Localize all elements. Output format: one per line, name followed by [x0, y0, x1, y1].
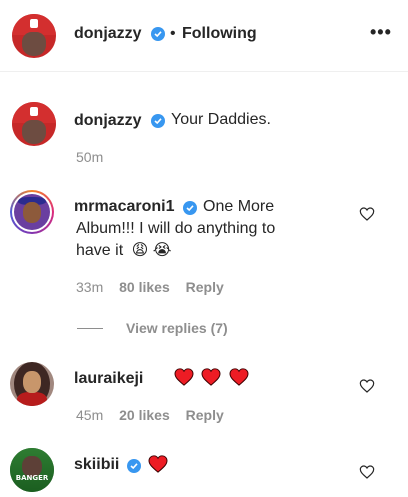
comment-likes[interactable]: 20 likes — [119, 407, 170, 423]
comment-avatar[interactable]: BANGER — [10, 448, 54, 492]
comment-meta: 33m 80 likes Reply — [76, 279, 224, 295]
comment-avatar[interactable] — [10, 362, 54, 406]
red-heart-emoji-icon — [148, 455, 168, 473]
comment-meta: 45m 20 likes Reply — [76, 407, 224, 423]
comment-timestamp[interactable]: 45m — [76, 407, 103, 423]
loudly-crying-face-emoji-icon: 😭 — [152, 242, 172, 259]
verified-badge-icon — [127, 459, 141, 473]
like-heart-icon[interactable] — [359, 378, 375, 394]
weary-face-emoji-icon: 😩 — [131, 242, 149, 259]
caption-timestamp[interactable]: 50m — [76, 149, 103, 165]
caption-username[interactable]: donjazzy — [74, 112, 142, 130]
comment-avatar[interactable] — [10, 190, 54, 234]
verified-badge-icon — [183, 201, 197, 215]
like-heart-icon[interactable] — [359, 206, 375, 222]
caption-avatar[interactable] — [12, 102, 56, 146]
comment-text: have it 😩 😭 — [76, 240, 171, 262]
like-heart-icon[interactable] — [359, 464, 375, 480]
view-replies-button[interactable]: View replies (7) — [126, 320, 228, 336]
verified-badge-icon — [151, 114, 165, 128]
comment-username[interactable]: lauraikeji — [74, 370, 143, 388]
caption-text: Your Daddies. — [171, 111, 271, 128]
red-heart-emoji-icon — [201, 368, 221, 386]
header-separator: • — [170, 25, 176, 42]
comment-likes[interactable]: 80 likes — [119, 279, 170, 295]
verified-badge-icon — [151, 27, 165, 41]
view-replies-line — [77, 328, 103, 329]
more-horizontal-icon[interactable]: ••• — [370, 22, 392, 43]
reply-button[interactable]: Reply — [186, 279, 224, 295]
heart-emojis — [174, 368, 252, 386]
comment-text: Album!!! I will do anything to — [76, 220, 276, 237]
comment-text: One More — [203, 198, 275, 215]
following-button[interactable]: Following — [182, 25, 257, 43]
reply-button[interactable]: Reply — [186, 407, 224, 423]
red-heart-emoji-icon — [174, 368, 194, 386]
comment-text-end: have it — [76, 242, 124, 260]
header-username[interactable]: donjazzy — [74, 25, 142, 43]
comment-username[interactable]: skiibii — [74, 456, 119, 474]
comment-username[interactable]: mrmacaroni1 — [74, 198, 175, 216]
comment-timestamp[interactable]: 33m — [76, 279, 103, 295]
post-header: donjazzy • Following ••• — [0, 0, 408, 72]
header-avatar[interactable] — [12, 14, 56, 58]
red-heart-emoji-icon — [229, 368, 249, 386]
